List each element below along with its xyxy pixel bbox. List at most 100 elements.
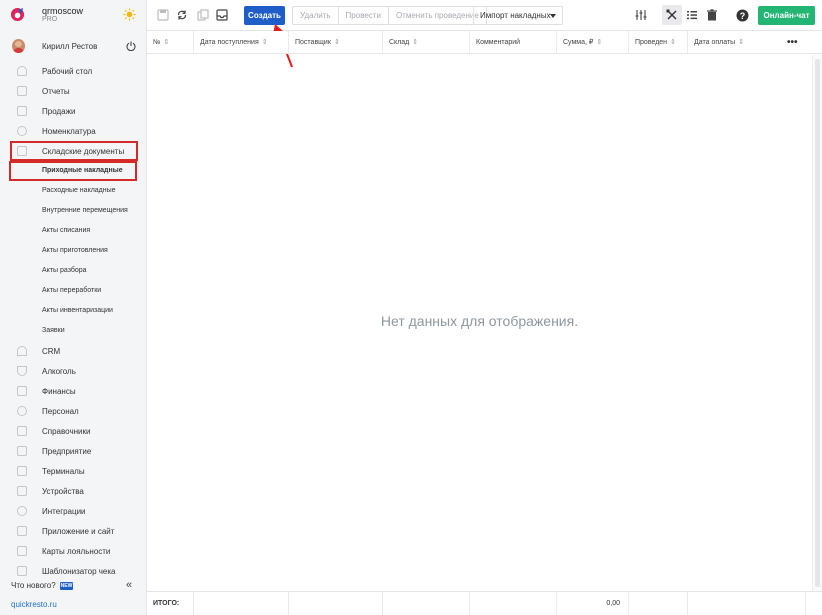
user-profile[interactable]: Кирилл Рестов bbox=[0, 36, 146, 58]
sidebar-subitem-internal-transfers[interactable]: Внутренние перемещения bbox=[0, 201, 146, 221]
table-header: № ⇕ Дата поступления ⇕ Поставщик ⇕ Склад ⇕ К… bbox=[147, 31, 822, 54]
column-header-comment[interactable]: Комментарий bbox=[470, 31, 557, 54]
sidebar-item-finance[interactable]: Финансы bbox=[0, 381, 146, 401]
save-icon[interactable] bbox=[157, 9, 169, 21]
column-header-sum[interactable]: Сумма, ₽ ⇕ bbox=[557, 31, 629, 54]
online-chat-button[interactable]: Онлайн-чат bbox=[758, 6, 815, 25]
sidebar-item-nomenclature[interactable]: Номенклатура bbox=[0, 121, 146, 141]
sidebar-item-label: CRM bbox=[42, 347, 61, 356]
sidebar-item-enterprise[interactable]: Предприятие bbox=[0, 441, 146, 461]
loyalty-icon bbox=[17, 546, 27, 556]
dashboard-icon bbox=[17, 66, 27, 76]
sidebar-item-label: Терминалы bbox=[42, 467, 85, 476]
sidebar-item-label: Интеграции bbox=[42, 507, 86, 516]
highlight-incoming-invoices bbox=[9, 161, 137, 181]
unpost-button[interactable]: Отменить проведение bbox=[389, 7, 486, 24]
column-header-number[interactable]: № ⇕ bbox=[147, 31, 194, 54]
sun-icon[interactable] bbox=[123, 8, 136, 21]
trash-icon[interactable] bbox=[706, 9, 718, 21]
sidebar-item-label: Приложение и сайт bbox=[42, 527, 115, 536]
tools-toggle[interactable] bbox=[662, 5, 682, 25]
sidebar-item-label: Персонал bbox=[42, 407, 79, 416]
devices-icon bbox=[17, 486, 27, 496]
scrollbar-thumb[interactable] bbox=[815, 59, 820, 587]
sidebar-item-label: Предприятие bbox=[42, 447, 92, 456]
whats-new-link[interactable]: Что нового? bbox=[11, 581, 56, 590]
footer-cell bbox=[688, 592, 806, 615]
inbox-icon[interactable] bbox=[216, 9, 228, 21]
column-header-payment-date[interactable]: Дата оплаты ⇕ bbox=[688, 31, 783, 54]
column-header-warehouse[interactable]: Склад ⇕ bbox=[383, 31, 470, 54]
column-header-supplier[interactable]: Поставщик ⇕ bbox=[289, 31, 383, 54]
sidebar-item-loyalty-cards[interactable]: Карты лояльности bbox=[0, 541, 146, 561]
total-sum: 0,00 bbox=[557, 592, 629, 615]
sidebar-item-label: Алкоголь bbox=[42, 367, 76, 376]
sidebar-item-directories[interactable]: Справочники bbox=[0, 421, 146, 441]
filter-sliders-icon[interactable] bbox=[635, 9, 647, 21]
sidebar-item-label: Акты списания bbox=[42, 227, 91, 234]
sidebar-item-reports[interactable]: Отчеты bbox=[0, 81, 146, 101]
site-link[interactable]: quickresto.ru bbox=[11, 600, 57, 609]
column-header-receipt-date[interactable]: Дата поступления ⇕ bbox=[194, 31, 289, 54]
sidebar-item-label: Заявки bbox=[42, 327, 65, 334]
sidebar-subitem-requests[interactable]: Заявки bbox=[0, 321, 146, 341]
help-icon[interactable]: ? bbox=[736, 9, 749, 22]
import-invoices-dropdown[interactable]: Импорт накладных bbox=[473, 6, 563, 25]
sidebar-item-terminals[interactable]: Терминалы bbox=[0, 461, 146, 481]
receipt-icon bbox=[17, 566, 27, 576]
create-button[interactable]: Создать bbox=[244, 6, 285, 25]
sidebar-item-label: Акты разбора bbox=[42, 267, 87, 274]
sidebar-item-devices[interactable]: Устройства bbox=[0, 481, 146, 501]
crm-icon bbox=[17, 346, 27, 356]
sidebar-subitem-processing-acts[interactable]: Акты переработки bbox=[0, 281, 146, 301]
sidebar-subitem-inventory-acts[interactable]: Акты инвентаризации bbox=[0, 301, 146, 321]
sidebar-item-label: Рабочий стол bbox=[42, 67, 93, 76]
sort-icon: ⇕ bbox=[670, 39, 676, 46]
alcohol-icon bbox=[17, 366, 27, 376]
sidebar-item-label: Акты переработки bbox=[42, 287, 102, 294]
enterprise-icon bbox=[17, 446, 27, 456]
column-label: Комментарий bbox=[476, 39, 521, 46]
sidebar-item-label: Устройства bbox=[42, 487, 84, 496]
brand-name: qrmoscow bbox=[42, 6, 84, 16]
footer-cell bbox=[629, 592, 688, 615]
tools-icon bbox=[666, 9, 677, 20]
sidebar-item-crm[interactable]: CRM bbox=[0, 341, 146, 361]
sidebar-subitem-cooking-acts[interactable]: Акты приготовления bbox=[0, 241, 146, 261]
collapse-sidebar-icon[interactable]: « bbox=[126, 579, 132, 591]
post-button[interactable]: Провести bbox=[339, 7, 389, 24]
new-badge: NEW bbox=[60, 582, 73, 590]
finance-icon bbox=[17, 386, 27, 396]
column-header-posted[interactable]: Проведен ⇕ bbox=[629, 31, 688, 54]
sidebar-item-staff[interactable]: Персонал bbox=[0, 401, 146, 421]
sidebar-item-integrations[interactable]: Интеграции bbox=[0, 501, 146, 521]
sidebar-item-label: Акты приготовления bbox=[42, 247, 108, 254]
copy-icon[interactable] bbox=[197, 9, 209, 21]
sidebar-subitem-writeoff-acts[interactable]: Акты списания bbox=[0, 221, 146, 241]
sidebar-item-alcohol[interactable]: Алкоголь bbox=[0, 361, 146, 381]
brand[interactable]: qrmoscow PRO bbox=[0, 0, 146, 30]
action-button-group: Удалить Провести Отменить проведение bbox=[292, 6, 487, 25]
app-icon bbox=[17, 526, 27, 536]
total-label: ИТОГО: bbox=[147, 592, 194, 615]
more-options-icon[interactable]: ••• bbox=[787, 37, 798, 48]
sidebar-item-dashboard[interactable]: Рабочий стол bbox=[0, 61, 146, 81]
list-icon[interactable] bbox=[686, 9, 698, 21]
sidebar-subitem-outgoing-invoices[interactable]: Расходные накладные bbox=[0, 181, 146, 201]
footer-cell bbox=[289, 592, 383, 615]
sidebar-item-receipt-templates[interactable]: Шаблонизатор чека bbox=[0, 561, 146, 581]
sidebar-item-sales[interactable]: Продажи bbox=[0, 101, 146, 121]
import-invoices-label: Импорт накладных bbox=[480, 11, 551, 20]
logo-icon bbox=[10, 7, 25, 22]
sidebar-item-label: Внутренние перемещения bbox=[42, 207, 128, 214]
delete-button[interactable]: Удалить bbox=[293, 7, 339, 24]
vertical-scrollbar[interactable] bbox=[812, 55, 822, 591]
refresh-icon[interactable] bbox=[176, 9, 188, 21]
power-icon[interactable] bbox=[126, 41, 136, 51]
brand-plan: PRO bbox=[42, 16, 58, 23]
column-label: Проведен bbox=[635, 39, 668, 46]
user-name: Кирилл Рестов bbox=[42, 42, 98, 51]
sidebar-subitem-disassembly-acts[interactable]: Акты разбора bbox=[0, 261, 146, 281]
footer-cell bbox=[470, 592, 557, 615]
sidebar-item-app-and-site[interactable]: Приложение и сайт bbox=[0, 521, 146, 541]
